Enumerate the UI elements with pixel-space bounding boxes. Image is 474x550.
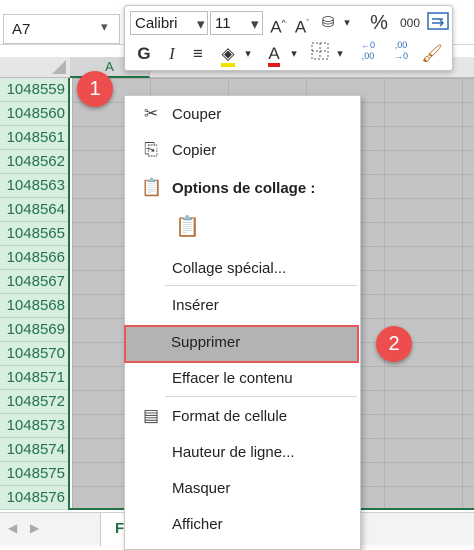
chevron-down-icon[interactable]: ▾ — [329, 42, 351, 66]
increase-decimal-bottom: ,00 — [361, 51, 375, 61]
row-header[interactable]: 1048574 — [0, 438, 68, 462]
menu-item-label: Format de cellule — [172, 408, 288, 425]
row-header[interactable]: 1048564 — [0, 198, 68, 222]
format-painter-icon[interactable]: 🖌 — [421, 42, 443, 66]
row-header[interactable]: 1048568 — [0, 294, 68, 318]
paste-clipboard-icon: 📋 — [175, 216, 200, 238]
chevron-down-icon[interactable]: ▾ — [197, 15, 205, 33]
decrease-decimal-icon[interactable]: ,00 →0 — [386, 40, 416, 64]
percent-icon[interactable]: % — [368, 11, 390, 35]
menu-item-label: Masquer — [172, 480, 231, 497]
menu-item-delete[interactable]: Supprimer — [124, 325, 359, 363]
select-all-triangle-icon[interactable] — [52, 60, 66, 74]
menu-item-label: Insérer — [172, 297, 219, 314]
row-header[interactable]: 1048563 — [0, 174, 68, 198]
row-header[interactable]: 1048576 — [0, 486, 68, 510]
name-box[interactable]: A7 ▾ — [3, 14, 120, 44]
decrease-decimal-bottom: →0 — [393, 51, 408, 61]
row-header[interactable]: 1048571 — [0, 366, 68, 390]
menu-item-insert[interactable]: Insérer — [125, 289, 360, 323]
paste-options-header: 📋 Options de collage : — [125, 172, 360, 206]
menu-item-label: Copier — [172, 142, 217, 159]
increase-decimal-icon[interactable]: ←0 ,00 — [353, 40, 383, 64]
italic-button[interactable]: I — [161, 42, 183, 66]
font-name-dropdown[interactable]: Calibri ▾ — [130, 11, 208, 35]
row-header[interactable]: 1048570 — [0, 342, 68, 366]
menu-item-cut[interactable]: ✂ Couper — [125, 98, 360, 132]
clipboard-icon: 📋 — [141, 178, 163, 197]
chevron-down-icon[interactable]: ▾ — [251, 15, 259, 33]
row-header[interactable]: 1048559 — [0, 78, 68, 102]
chevron-down-icon[interactable]: ▾ — [283, 42, 305, 66]
increase-font-size-icon[interactable]: A^ — [267, 11, 289, 37]
row-header[interactable]: 1048560 — [0, 102, 68, 126]
row-header[interactable]: 1048573 — [0, 414, 68, 438]
align-center-icon[interactable]: ≡ — [187, 42, 209, 66]
step-badge-1: 1 — [77, 71, 113, 107]
menu-item-label: Collage spécial... — [172, 260, 287, 277]
context-menu: ✂ Couper ⎘ Copier 📋 Options de collage :… — [124, 95, 361, 550]
paste-option-button[interactable]: 📋 — [165, 208, 225, 242]
menu-item-format-cells[interactable]: ▤ Format de cellule — [125, 400, 360, 434]
chevron-down-icon[interactable]: ▾ — [101, 19, 108, 35]
menu-item-clear-contents[interactable]: Effacer le contenu — [125, 362, 360, 396]
row-header[interactable]: 1048572 — [0, 390, 68, 414]
bold-button[interactable]: G — [133, 42, 155, 66]
row-header[interactable]: 1048561 — [0, 126, 68, 150]
borders-icon[interactable] — [309, 42, 331, 66]
menu-item-label: Supprimer — [171, 334, 241, 351]
wrap-text-icon[interactable] — [426, 11, 450, 35]
format-cells-icon: ▤ — [142, 406, 160, 425]
scroll-right-icon[interactable]: ▶ — [30, 521, 39, 535]
fill-color-icon[interactable]: ◈ — [217, 42, 239, 67]
increase-decimal-top: ←0 — [360, 40, 375, 50]
thousands-separator-icon[interactable]: 000 — [395, 11, 425, 35]
copy-icon: ⎘ — [144, 140, 158, 159]
menu-item-unhide[interactable]: Afficher — [125, 508, 360, 542]
menu-item-hide[interactable]: Masquer — [125, 472, 360, 506]
chevron-down-icon[interactable]: ▾ — [336, 11, 358, 35]
font-size-dropdown[interactable]: 11 ▾ — [210, 11, 263, 35]
row-header[interactable]: 1048567 — [0, 270, 68, 294]
menu-item-label: Effacer le contenu — [172, 370, 293, 387]
decrease-font-size-icon[interactable]: Aˇ — [291, 11, 313, 37]
menu-item-label: Hauteur de ligne... — [172, 444, 295, 461]
font-name-value: Calibri — [135, 15, 178, 32]
mini-toolbar: Calibri ▾ 11 ▾ A^ Aˇ ⛁ ▾ % 000 G I ≡ ◈ ▾… — [124, 5, 453, 71]
menu-separator — [165, 396, 357, 397]
chevron-down-icon[interactable]: ▾ — [237, 42, 259, 66]
menu-item-paste-special[interactable]: Collage spécial... — [125, 252, 360, 286]
menu-item-copy[interactable]: ⎘ Copier — [125, 134, 360, 168]
font-color-icon[interactable]: A — [263, 42, 285, 67]
row-header[interactable]: 1048565 — [0, 222, 68, 246]
scissors-icon: ✂ — [143, 104, 159, 123]
row-header[interactable]: 1048569 — [0, 318, 68, 342]
menu-item-label: Couper — [172, 106, 222, 123]
name-box-value: A7 — [12, 21, 31, 38]
step-badge-2: 2 — [376, 326, 412, 362]
sheet-tab-label: F — [115, 520, 125, 537]
menu-item-label: Afficher — [172, 516, 223, 533]
row-header[interactable]: 1048562 — [0, 150, 68, 174]
row-header[interactable]: 1048566 — [0, 246, 68, 270]
paste-options-label: Options de collage : — [172, 180, 316, 197]
row-headers: 1048559 1048560 1048561 1048562 1048563 … — [0, 78, 70, 510]
menu-item-row-height[interactable]: Hauteur de ligne... — [125, 436, 360, 470]
menu-separator — [165, 285, 357, 286]
row-header[interactable]: 1048575 — [0, 462, 68, 486]
decrease-decimal-top: ,00 — [394, 40, 408, 50]
scroll-left-icon[interactable]: ◀ — [8, 521, 17, 535]
font-size-value: 11 — [215, 15, 231, 32]
